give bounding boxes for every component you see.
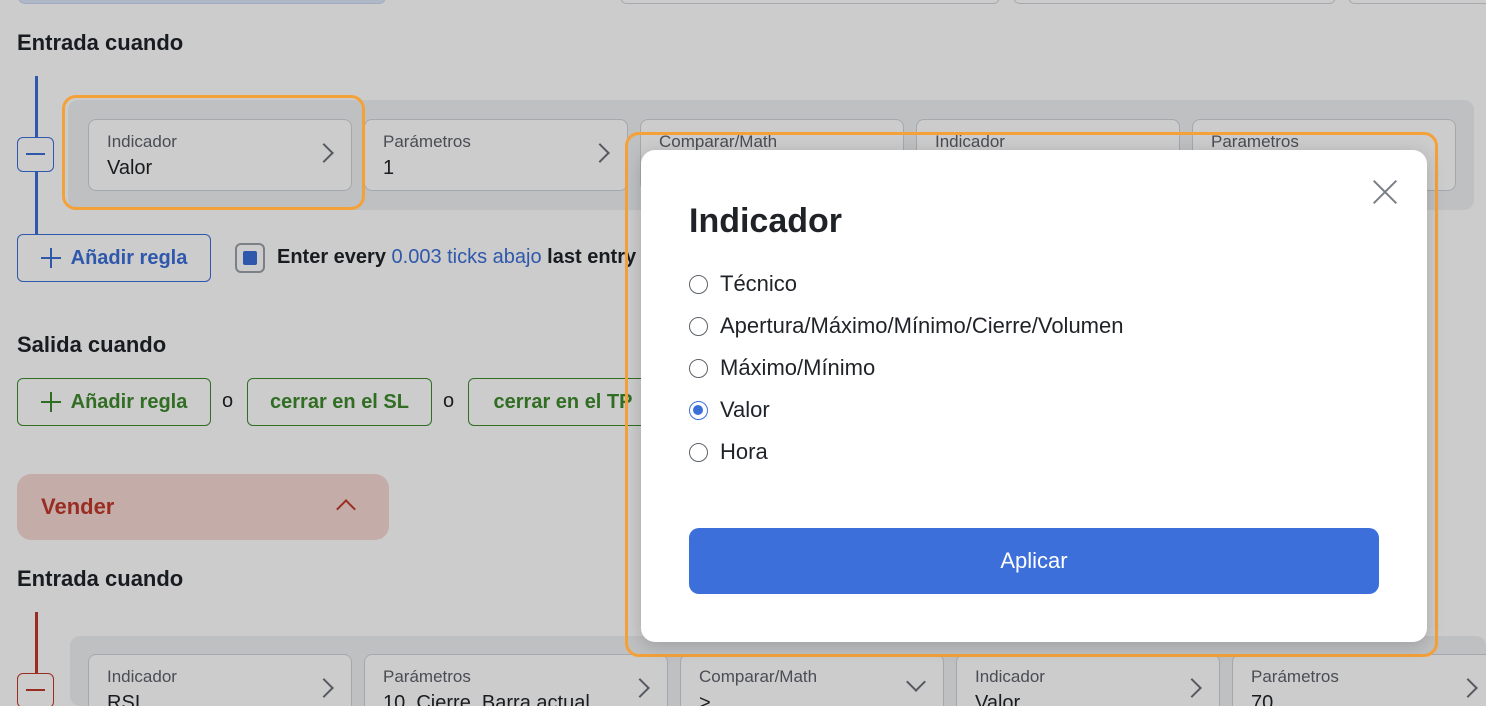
option-tecnico[interactable]: Técnico bbox=[689, 269, 797, 299]
modal-title: Indicador bbox=[689, 202, 843, 240]
option-label: Hora bbox=[720, 439, 768, 464]
radio-button[interactable] bbox=[689, 358, 708, 378]
option-label: Técnico bbox=[720, 271, 798, 296]
option-label: Valor bbox=[720, 397, 770, 422]
radio-button[interactable] bbox=[689, 442, 708, 462]
apply-button[interactable]: Aplicar bbox=[689, 528, 1379, 594]
radio-button-checked[interactable] bbox=[689, 400, 708, 420]
option-ohlcv[interactable]: Apertura/Máximo/Mínimo/Cierre/Volumen bbox=[689, 311, 1123, 341]
radio-button[interactable] bbox=[689, 274, 708, 294]
highlight-indicator-field bbox=[62, 95, 365, 210]
close-icon[interactable] bbox=[1369, 176, 1401, 208]
option-label: Máximo/Mínimo bbox=[720, 355, 876, 380]
option-max-min[interactable]: Máximo/Mínimo bbox=[689, 353, 875, 383]
radio-button[interactable] bbox=[689, 316, 708, 336]
option-label: Apertura/Máximo/Mínimo/Cierre/Volumen bbox=[720, 313, 1124, 338]
indicator-modal: Indicador Técnico Apertura/Máximo/Mínimo… bbox=[641, 150, 1427, 642]
option-valor[interactable]: Valor bbox=[689, 395, 770, 425]
option-hora[interactable]: Hora bbox=[689, 437, 768, 467]
